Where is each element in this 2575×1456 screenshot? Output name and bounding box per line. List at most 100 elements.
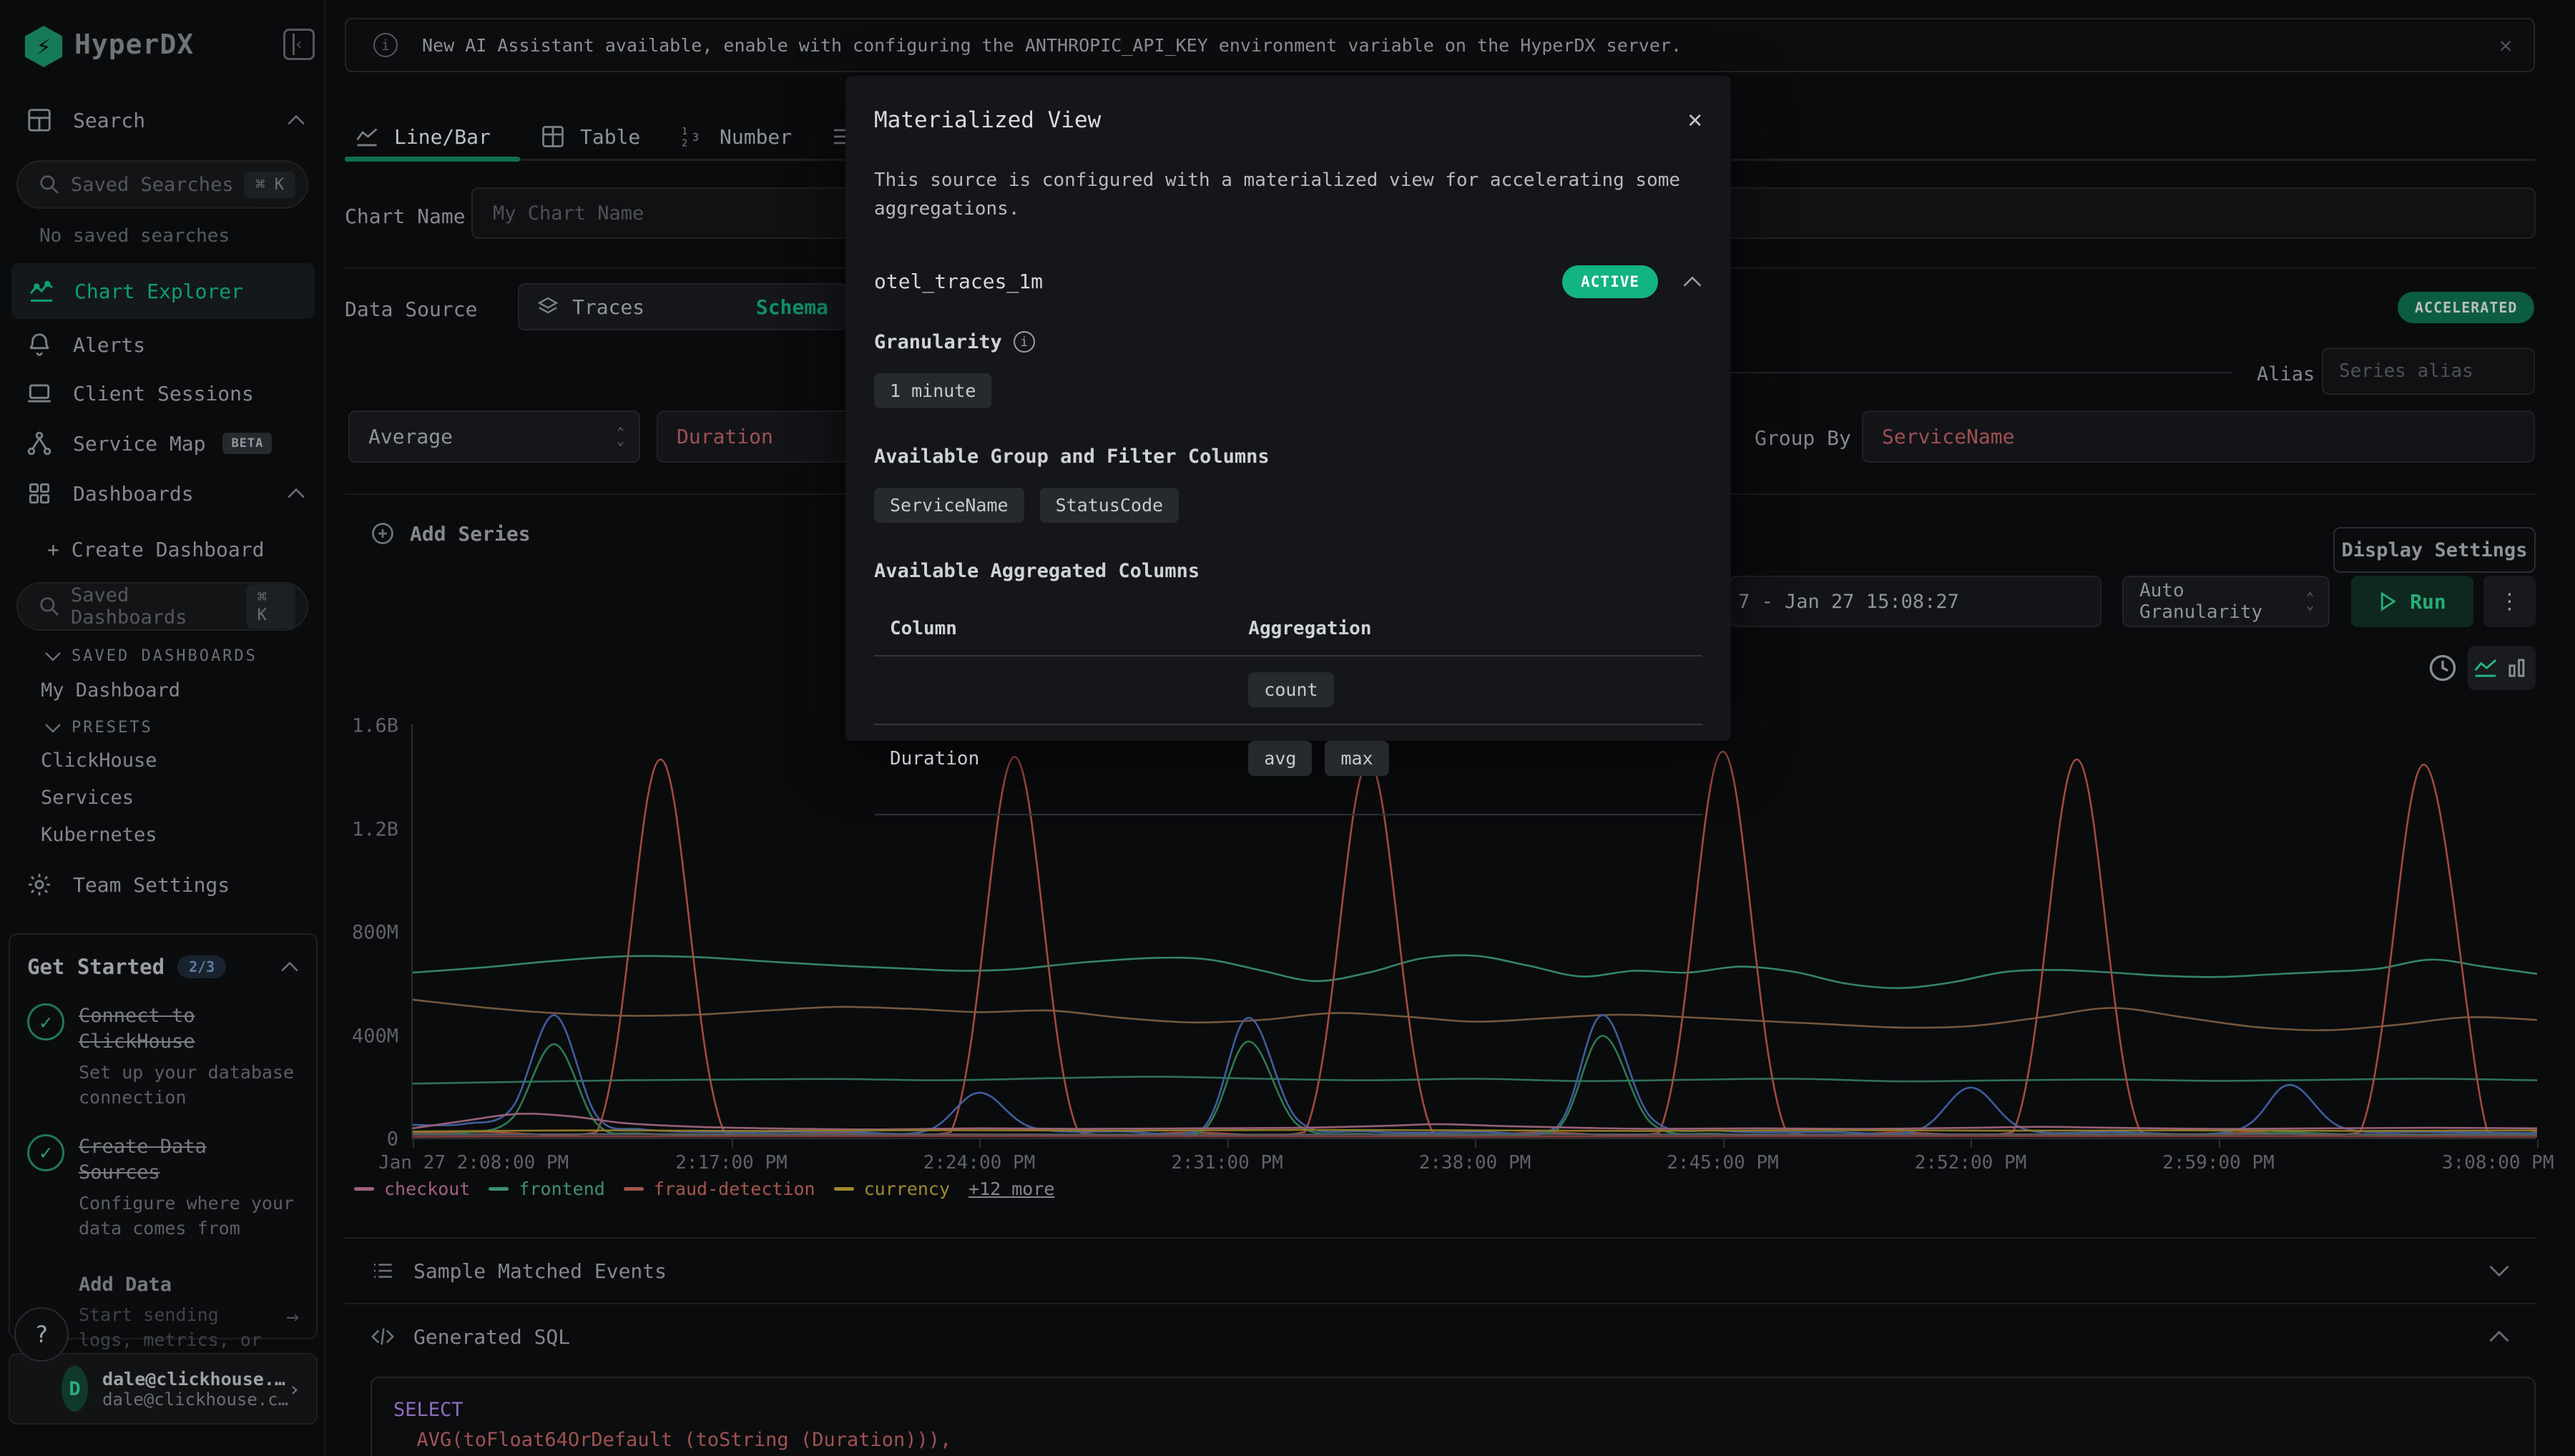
sidebar-item-kubernetes[interactable]: Kubernetes <box>41 824 157 846</box>
sidebar-item-client-sessions[interactable]: Client Sessions <box>0 370 325 416</box>
sample-events-panel[interactable]: Sample Matched Events <box>345 1237 2536 1303</box>
aggregation-value: Average <box>368 425 453 448</box>
user-menu[interactable]: D dale@clickhouse.… dale@clickhouse.c… › <box>9 1353 318 1425</box>
beta-badge: BETA <box>222 433 272 454</box>
plus-circle-icon <box>370 521 396 546</box>
legend-swatch <box>354 1187 374 1191</box>
user-email: dale@clickhouse.c… <box>102 1389 288 1410</box>
sidebar-item-alerts[interactable]: Alerts <box>0 322 325 368</box>
get-started-item[interactable]: Add Data Start sending logs, metrics, or… <box>27 1272 299 1362</box>
granularity-select[interactable]: Auto Granularity ⌃⌄ <box>2122 576 2330 627</box>
kebab-menu-button[interactable]: ⋮ <box>2483 576 2536 627</box>
get-started-item[interactable]: ✓ Create Data Sources Configure where yo… <box>27 1134 299 1241</box>
tab-line-bar[interactable]: Line/Bar <box>354 114 491 159</box>
x-tick-label: 2:38:00 PM <box>1419 1152 1531 1174</box>
status-badge: ACTIVE <box>1562 265 1658 298</box>
hyperdx-app: ⚡ HyperDX ‹ Search Saved Searches ⌘ K No… <box>0 0 2575 1456</box>
date-range-input[interactable]: 7 - Jan 27 15:08:27 <box>1730 576 2101 627</box>
table-header-aggregation: Aggregation <box>1248 618 1687 639</box>
chevron-up-icon[interactable] <box>287 488 305 499</box>
create-dashboard-button[interactable]: + Create Dashboard <box>47 538 264 561</box>
series-series-green-low <box>413 1077 2537 1084</box>
legend-more-link[interactable]: +12 more <box>968 1179 1054 1199</box>
chevron-up-icon[interactable] <box>287 114 305 126</box>
y-tick-label: 1.6B <box>352 715 398 737</box>
sidebar-item-clickhouse[interactable]: ClickHouse <box>41 749 157 772</box>
x-tick-label: 3:08:00 PM <box>2442 1152 2554 1174</box>
sidebar-item-team-settings[interactable]: Team Settings <box>0 862 325 907</box>
sidebar-item-chart-explorer[interactable]: Chart Explorer <box>11 263 315 319</box>
section-saved-dashboards[interactable]: SAVED DASHBOARDS <box>44 647 258 665</box>
bar-chart-toggle-icon[interactable] <box>2504 654 2531 682</box>
line-chart-toggle-icon[interactable] <box>2472 654 2499 682</box>
avatar: D <box>62 1366 88 1412</box>
series-series-blue <box>413 1015 2537 1135</box>
play-icon <box>2378 591 2397 611</box>
legend-swatch <box>624 1187 644 1191</box>
chevron-up-icon[interactable] <box>280 961 299 973</box>
alias-label: Alias <box>2257 363 2315 385</box>
series-series-grey <box>413 1134 2537 1135</box>
materialized-view-modal: Materialized View ✕ This source is confi… <box>845 76 1731 741</box>
search-icon <box>38 595 61 618</box>
sidebar-item-dashboards[interactable]: Dashboards <box>0 471 325 516</box>
section-presets[interactable]: PRESETS <box>44 719 153 737</box>
no-saved-searches-text: No saved searches <box>39 225 230 247</box>
schema-link[interactable]: Schema <box>756 295 828 319</box>
get-started-item-title: Create Data Sources <box>79 1134 299 1186</box>
aggregation-select[interactable]: Average ⌃⌄ <box>348 410 640 463</box>
panel-title: Generated SQL <box>413 1325 570 1349</box>
alias-input[interactable]: Series alias <box>2322 348 2535 395</box>
granularity-label: Granularity <box>874 331 1002 353</box>
group-by-input[interactable]: ServiceName <box>1862 410 2535 463</box>
close-icon[interactable]: ✕ <box>2499 33 2512 58</box>
panel-title: Sample Matched Events <box>413 1259 667 1283</box>
tab-table[interactable]: Table <box>540 114 640 159</box>
bell-icon <box>26 331 54 358</box>
chevron-right-icon: › <box>288 1377 300 1401</box>
close-icon[interactable]: ✕ <box>1688 107 1702 132</box>
y-tick-label: 800M <box>352 922 398 944</box>
chevron-up-icon[interactable] <box>1682 276 1702 287</box>
data-source-select[interactable]: Traces Schema <box>518 283 847 330</box>
sidebar-item-search[interactable]: Search <box>0 97 325 143</box>
modal-title: Materialized View <box>874 107 1101 133</box>
saved-dashboards-input[interactable]: Saved Dashboards ⌘ K <box>16 582 308 631</box>
generated-sql-panel[interactable]: Generated SQL <box>345 1303 2536 1369</box>
sidebar-item-label: Dashboards <box>73 482 194 506</box>
layout-grid-icon <box>26 107 54 134</box>
check-circle-icon: ✓ <box>27 1134 64 1171</box>
legend-label: currency <box>864 1179 950 1199</box>
info-icon: i <box>1014 331 1035 353</box>
tab-number[interactable]: 123 Number <box>680 114 792 159</box>
legend-label: checkout <box>384 1179 470 1199</box>
group-filter-columns-label: Available Group and Filter Columns <box>874 446 1702 468</box>
app-title: HyperDX <box>74 29 194 60</box>
y-tick-label: 0 <box>387 1128 398 1151</box>
help-button[interactable]: ? <box>14 1307 69 1362</box>
sidebar-item-services[interactable]: Services <box>41 787 134 809</box>
code-icon <box>371 1324 395 1349</box>
time-history-icon[interactable] <box>2427 652 2458 684</box>
legend-item[interactable]: fraud-detection <box>624 1179 815 1199</box>
sidebar-item-service-map[interactable]: Service Map BETA <box>0 420 325 466</box>
svg-text:2: 2 <box>682 138 687 149</box>
get-started-item-title: Add Data <box>79 1272 272 1298</box>
kbd-shortcut: ⌘ K <box>244 172 295 198</box>
chart-type-toggle <box>2468 646 2536 690</box>
run-button[interactable]: Run <box>2351 576 2473 627</box>
saved-searches-placeholder: Saved Searches <box>71 174 234 196</box>
banner-text: New AI Assistant available, enable with … <box>422 35 1682 56</box>
series-checkout <box>413 1113 2537 1129</box>
sidebar-collapse-icon[interactable]: ‹ <box>283 29 315 60</box>
hyperdx-logo-icon: ⚡ <box>23 26 64 67</box>
legend-item[interactable]: checkout <box>354 1179 470 1199</box>
add-series-button[interactable]: Add Series <box>370 521 531 546</box>
get-started-item-desc: Configure where your data comes from <box>79 1191 299 1241</box>
display-settings-button[interactable]: Display Settings <box>2333 527 2536 573</box>
sidebar-item-my-dashboard[interactable]: My Dashboard <box>41 679 180 702</box>
legend-item[interactable]: frontend <box>489 1179 604 1199</box>
legend-item[interactable]: currency <box>834 1179 950 1199</box>
saved-searches-input[interactable]: Saved Searches ⌘ K <box>16 160 308 209</box>
get-started-item[interactable]: ✓ Connect to ClickHouse Set up your data… <box>27 1003 299 1110</box>
